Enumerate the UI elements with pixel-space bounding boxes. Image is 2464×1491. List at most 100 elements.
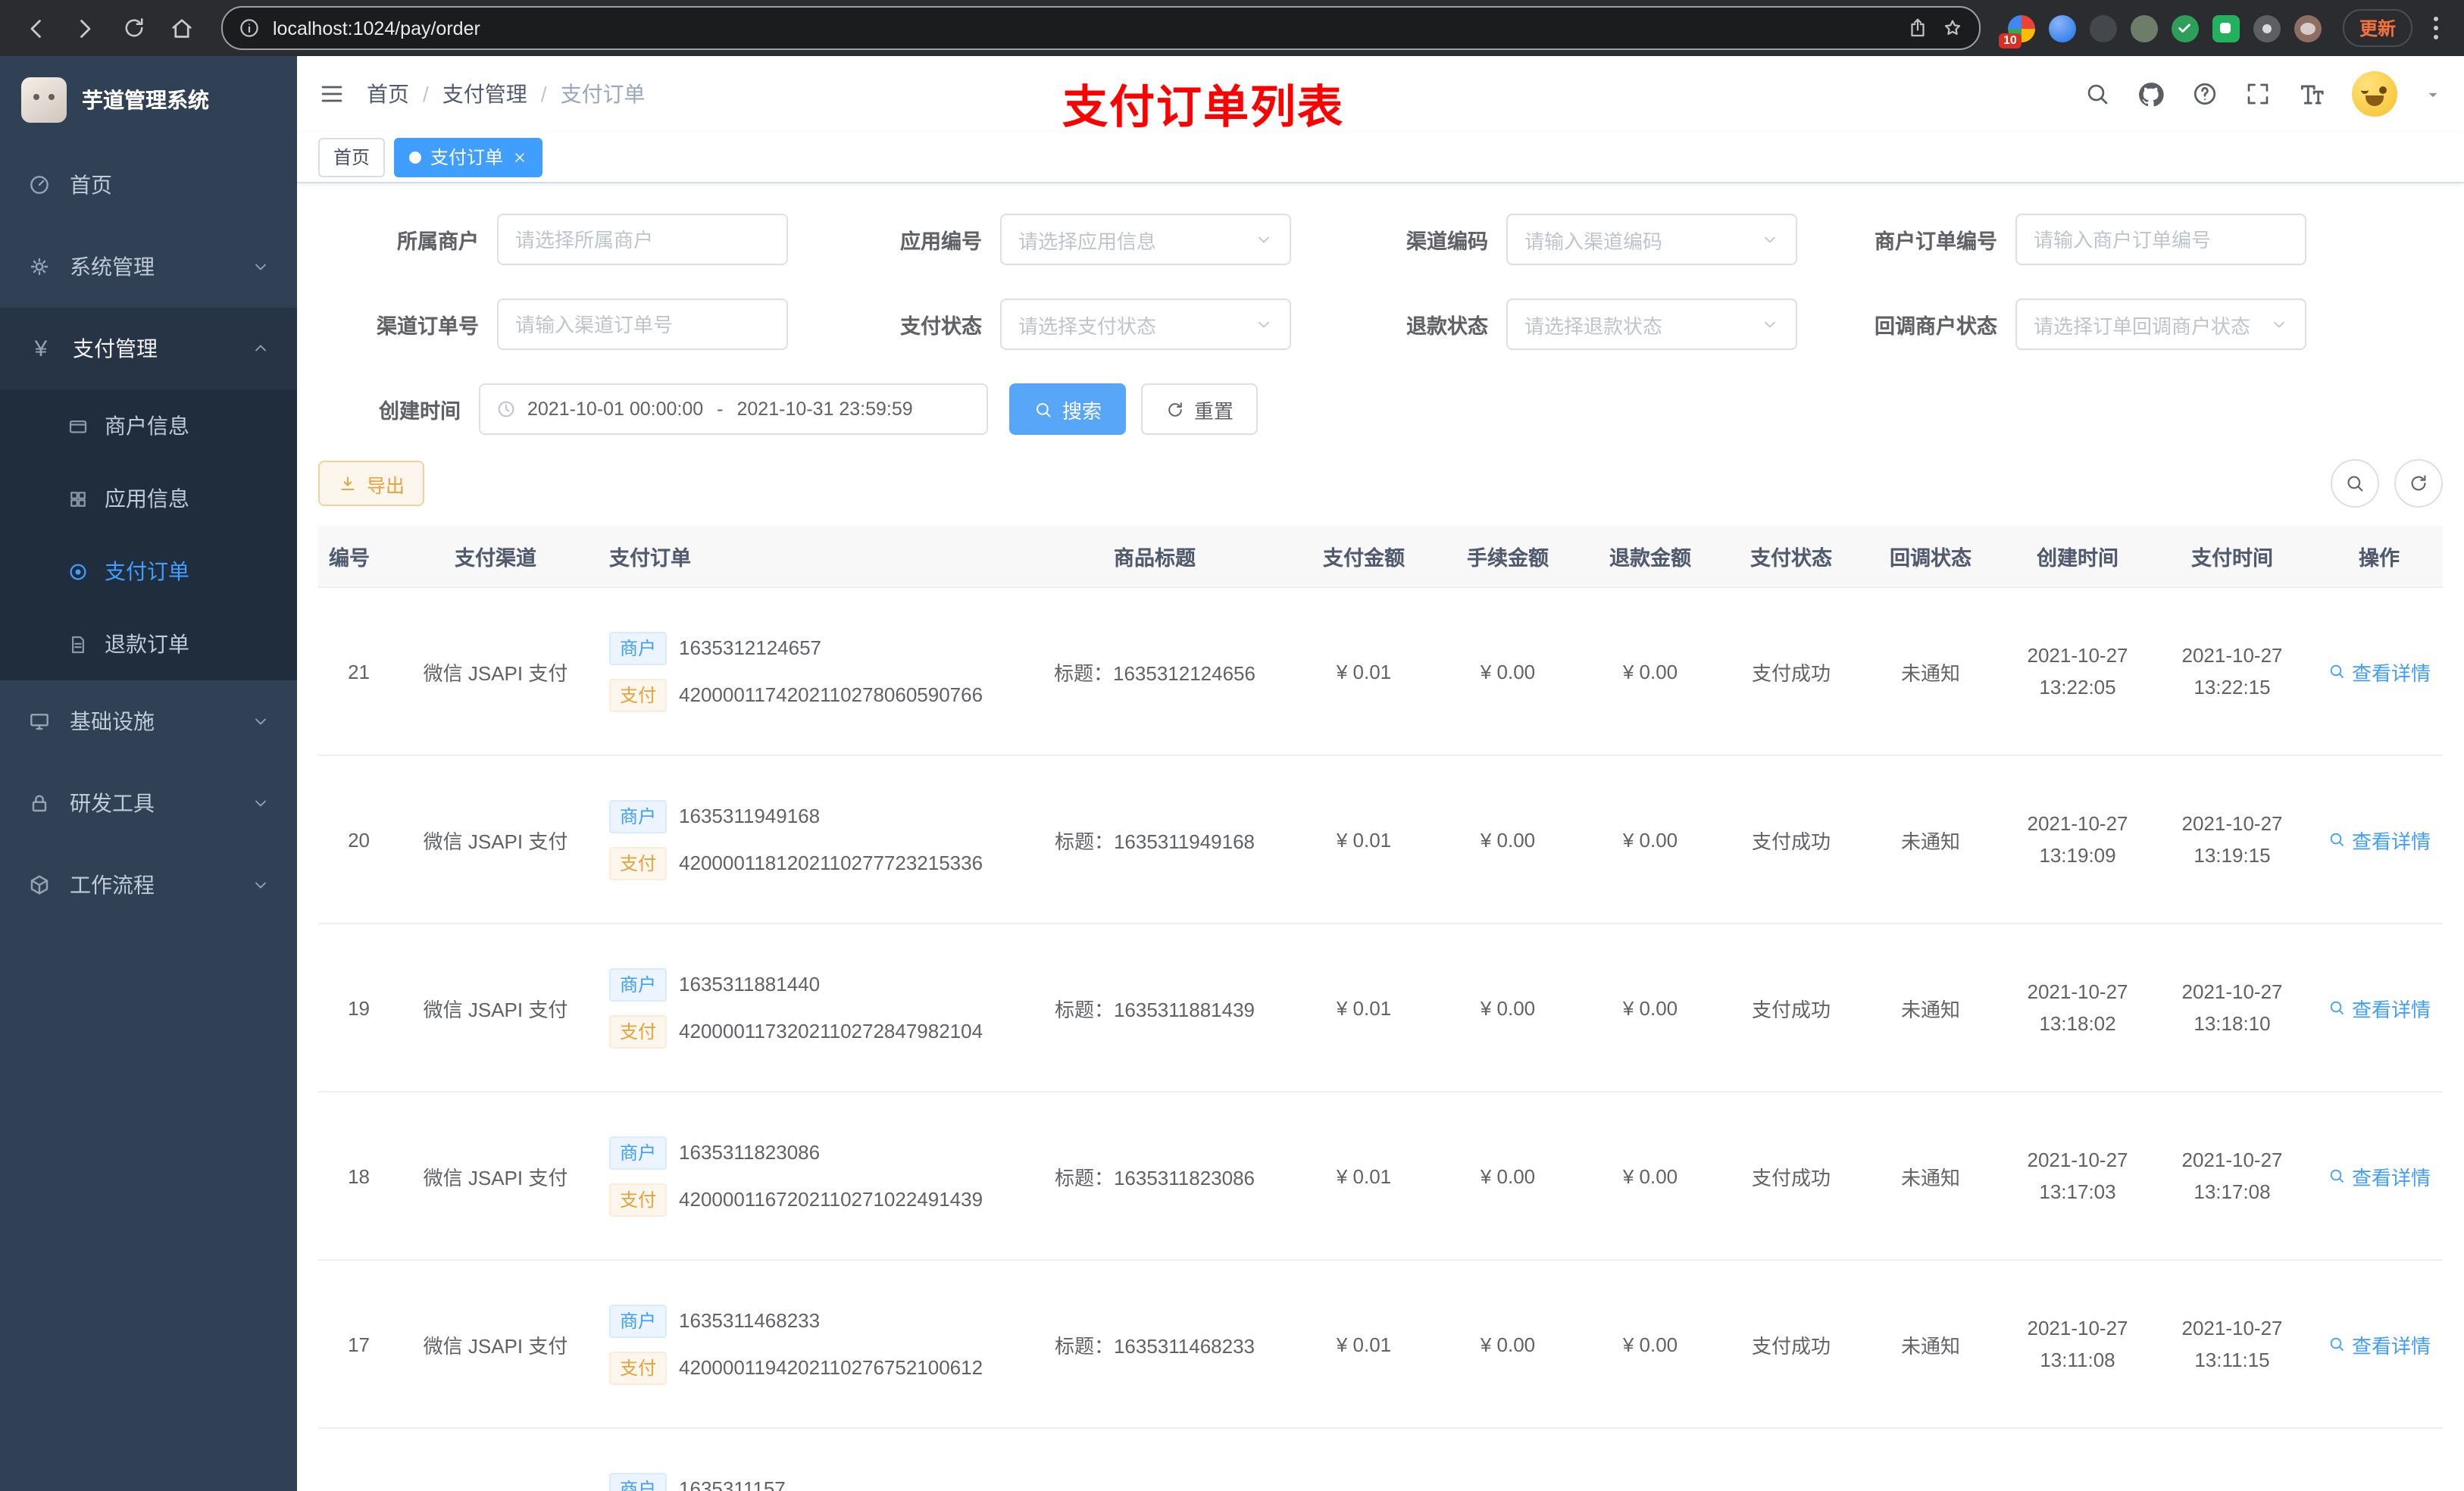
chevron-down-icon: [252, 876, 270, 894]
table-row: 17 微信 JSAPI 支付 商户 1635311468233 支付 4200001…: [318, 1260, 2443, 1429]
bookmark-star-icon[interactable]: [1941, 17, 1964, 39]
cell-fee: ¥ 0.00: [1437, 924, 1579, 1092]
gear-icon: [27, 255, 52, 279]
date-end[interactable]: 2021-10-31 23:59:59: [737, 399, 913, 420]
cell-pay-time: 2021-10-27 13:17:08: [2155, 1092, 2309, 1261]
breadcrumb-payment[interactable]: 支付管理: [442, 79, 527, 109]
channel-code-select[interactable]: 请输入渠道编码: [1506, 214, 1797, 265]
search-button[interactable]: 搜索: [1009, 383, 1127, 435]
extension-chat-icon[interactable]: [2212, 14, 2240, 42]
cell-pay-status: [1721, 1428, 1861, 1491]
sidebar-item-workflow[interactable]: 工作流程: [0, 844, 297, 926]
view-detail-link[interactable]: 查看详情: [2328, 993, 2431, 1022]
sidebar-item-pay-order[interactable]: 支付订单: [0, 535, 297, 608]
browser-menu-icon[interactable]: [2434, 17, 2440, 39]
sidebar-item-app-info[interactable]: 应用信息: [0, 462, 297, 535]
fullscreen-icon[interactable]: [2244, 80, 2272, 108]
merchant-order-no-input[interactable]: [2015, 214, 2306, 265]
col-create-time: 创建时间: [2000, 526, 2155, 588]
url-text[interactable]: localhost:1024/pay/order: [273, 17, 1894, 39]
refresh-button[interactable]: [2394, 459, 2443, 508]
chevron-down-icon: [1255, 230, 1273, 248]
view-detail-link[interactable]: 查看详情: [2328, 1330, 2431, 1358]
cell-actions: 查看详情: [2309, 1260, 2443, 1429]
app-select[interactable]: 请选择应用信息: [1000, 214, 1291, 265]
channel-order-no-input[interactable]: [497, 299, 788, 350]
font-size-icon[interactable]: [2297, 80, 2326, 108]
sidebar-item-home[interactable]: 首页: [0, 144, 297, 226]
header-actions: [2084, 71, 2443, 117]
view-detail-link[interactable]: 查看详情: [2328, 657, 2431, 686]
browser-update-button[interactable]: 更新: [2342, 9, 2412, 47]
table-row: 19 微信 JSAPI 支付 商户 1635311881440 支付 4200001…: [318, 924, 2443, 1092]
tab-home[interactable]: 首页: [318, 137, 386, 177]
active-dot: [409, 151, 422, 163]
cell-id: 16: [318, 1428, 403, 1491]
view-detail-link[interactable]: 查看详情: [2328, 825, 2431, 854]
col-title: 商品标题: [1018, 526, 1291, 588]
merchant-input[interactable]: [497, 214, 788, 265]
cell-pay-status: 支付成功: [1721, 755, 1861, 924]
create-time-range-picker[interactable]: 2021-10-01 00:00:00 - 2021-10-31 23:59:5…: [479, 383, 988, 435]
pay-tag: 支付: [609, 846, 668, 880]
sidebar-item-refund-order[interactable]: 退款订单: [0, 608, 297, 680]
export-button[interactable]: 导出: [318, 461, 425, 506]
cell-notify-status: 未通知: [1861, 1260, 2000, 1429]
notify-status-select[interactable]: 请选择订单回调商户状态: [2015, 299, 2306, 350]
cell-actions: 查看详情: [2309, 924, 2443, 1092]
avatar-caret-icon[interactable]: [2423, 84, 2443, 104]
cell-notify-status: 未通知: [1861, 587, 2000, 756]
date-start[interactable]: 2021-10-01 00:00:00: [527, 399, 703, 420]
github-icon[interactable]: [2137, 80, 2165, 108]
extension-drop-icon[interactable]: [2048, 14, 2076, 42]
chevron-down-icon: [252, 258, 270, 276]
browser-reload-button[interactable]: [112, 7, 155, 49]
extension-colorful-icon[interactable]: 10: [1998, 14, 2035, 48]
help-icon[interactable]: [2191, 80, 2219, 108]
col-notify-status: 回调状态: [1861, 526, 2000, 588]
search-icon[interactable]: [2084, 80, 2111, 108]
extension-toolbar: 10: [1998, 14, 2322, 48]
extension-check-icon[interactable]: [2171, 14, 2199, 42]
close-icon[interactable]: [512, 149, 527, 164]
col-pay-order: 支付订单: [588, 526, 1018, 588]
filter-label-merchant: 所属商户: [397, 230, 479, 253]
toggle-search-button[interactable]: [2331, 459, 2379, 508]
col-fee: 手续金额: [1437, 526, 1579, 588]
extension-dark-icon[interactable]: [2089, 14, 2117, 42]
view-detail-link[interactable]: 查看详情: [2328, 1161, 2431, 1190]
browser-forward-button[interactable]: [64, 7, 106, 49]
orders-table: 编号 支付渠道 支付订单 商品标题 支付金额 手续金额 退款金额 支付状态 回调…: [318, 526, 2443, 1491]
extension-monkey-icon[interactable]: [2294, 14, 2322, 42]
address-bar[interactable]: localhost:1024/pay/order: [221, 6, 1981, 50]
cell-pay-time: 2021-10-27 13:22:15: [2155, 587, 2309, 756]
filter-label-channel-code: 渠道编码: [1406, 230, 1488, 253]
sidebar-item-devtools[interactable]: 研发工具: [0, 762, 297, 844]
page-annotation: 支付订单列表: [1062, 83, 1344, 133]
tab-pay-order[interactable]: 支付订单: [394, 137, 543, 177]
share-icon[interactable]: [1906, 17, 1929, 39]
sidebar-item-system[interactable]: 系统管理: [0, 226, 297, 308]
cell-create-time: 2021-10-27 13:11:08: [2000, 1260, 2155, 1429]
site-info-icon[interactable]: [238, 17, 261, 39]
cell-id: 17: [318, 1260, 403, 1429]
sidebar-item-merchant-info[interactable]: 商户信息: [0, 389, 297, 462]
extension-pin-icon[interactable]: [2253, 14, 2281, 42]
user-avatar[interactable]: [2352, 71, 2397, 117]
cell-actions: 查看详情: [2309, 587, 2443, 756]
browser-back-button[interactable]: [15, 7, 58, 49]
filter-label-channel-order-no: 渠道订单号: [377, 315, 479, 338]
refund-status-select[interactable]: 请选择退款状态: [1506, 299, 1797, 350]
sidebar-item-payment[interactable]: ¥ 支付管理: [0, 308, 297, 389]
pay-status-select[interactable]: 请选择支付状态: [1000, 299, 1291, 350]
reset-button[interactable]: 重置: [1141, 383, 1259, 435]
filter-label-notify-status: 回调商户状态: [1875, 315, 1997, 338]
filter-label-merchant-order-no: 商户订单编号: [1875, 230, 1997, 253]
yen-icon: ¥: [34, 336, 48, 361]
breadcrumb-home[interactable]: 首页: [367, 79, 409, 109]
sidebar-toggle-icon[interactable]: [318, 80, 346, 108]
sidebar-item-infra[interactable]: 基础设施: [0, 680, 297, 762]
filter-label-refund-status: 退款状态: [1406, 315, 1488, 338]
browser-home-button[interactable]: [161, 7, 203, 49]
extension-olive-icon[interactable]: [2130, 14, 2158, 42]
